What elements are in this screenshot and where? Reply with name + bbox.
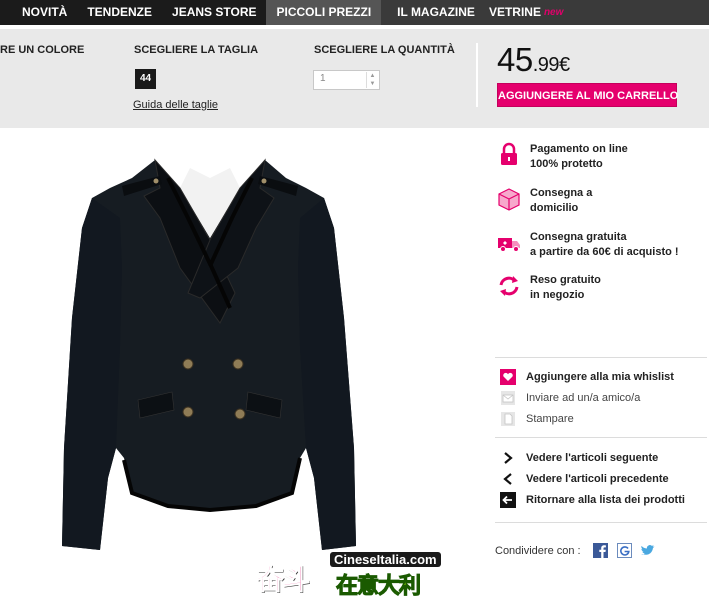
print-link[interactable]: Stampare bbox=[500, 411, 574, 427]
wishlist-label: Aggiungere alla mia whislist bbox=[526, 371, 674, 383]
price-decimal: .99€ bbox=[532, 54, 570, 76]
top-navigation: NOVITÀ TENDENZE JEANS STORE PICCOLI PREZ… bbox=[0, 0, 709, 25]
share-bar: Condividere con : bbox=[495, 543, 665, 558]
feature-home-delivery: Consegna a domicilio bbox=[496, 186, 706, 216]
send-to-friend-label: Inviare ad un/a amico/a bbox=[526, 392, 641, 404]
chevron-left-icon bbox=[503, 473, 512, 485]
nav-item-piccoli-prezzi[interactable]: PICCOLI PREZZI bbox=[266, 0, 382, 25]
nav-item-novita[interactable]: NOVITÀ bbox=[0, 0, 77, 25]
feature-free-return: Reso gratuito in negozio bbox=[496, 273, 706, 303]
nav-item-jeans-store[interactable]: JEANS STORE bbox=[162, 0, 266, 25]
chevron-right-icon bbox=[504, 452, 513, 464]
google-icon[interactable] bbox=[616, 543, 632, 558]
quantity-spin-buttons[interactable]: ▲ ▼ bbox=[366, 72, 378, 88]
nav-spacer bbox=[593, 0, 709, 25]
nav-item-vetrine-label: VETRINE bbox=[488, 5, 541, 19]
watermark: 奋斗 CineseItalia.com 在意大利 bbox=[250, 548, 460, 599]
twitter-icon[interactable] bbox=[640, 543, 656, 558]
facebook-icon[interactable] bbox=[592, 543, 608, 558]
watermark-site: CineseItalia.com bbox=[330, 552, 441, 567]
feature-line2: 100% protetto bbox=[530, 158, 603, 170]
feature-line1: Pagamento on line bbox=[530, 143, 628, 155]
product-price: 45.99€ bbox=[497, 41, 570, 79]
feature-text: Pagamento on line 100% protetto bbox=[530, 142, 628, 172]
print-icon bbox=[501, 412, 515, 426]
add-to-cart-button[interactable]: AGGIUNGERE AL MIO CARRELLO bbox=[497, 83, 678, 107]
color-label: RE UN COLORE bbox=[0, 44, 85, 56]
new-badge: new bbox=[543, 7, 564, 18]
back-arrow-icon bbox=[500, 492, 516, 508]
feature-text: Consegna a domicilio bbox=[530, 186, 592, 216]
send-to-friend-link[interactable]: Inviare ad un/a amico/a bbox=[500, 390, 640, 406]
nav-item-il-magazine[interactable]: IL MAGAZINE bbox=[381, 0, 483, 25]
price-integer: 45 bbox=[497, 41, 533, 78]
back-to-list-label: Ritornare alla lista dei prodotti bbox=[526, 494, 685, 506]
add-to-wishlist-button[interactable]: Aggiungere alla mia whislist bbox=[500, 369, 674, 385]
product-options-bar: RE UN COLORE SCEGLIERE LA TAGLIA 44 Guid… bbox=[0, 29, 709, 128]
feature-text: Consegna gratuita a partire da 60€ di ac… bbox=[530, 230, 679, 260]
heart-icon bbox=[500, 369, 516, 385]
product-jacket-image[interactable] bbox=[60, 148, 360, 558]
divider bbox=[495, 522, 707, 523]
feature-line1: Consegna gratuita bbox=[530, 231, 627, 243]
next-article-link[interactable]: Vedere l'articoli seguente bbox=[500, 450, 658, 466]
size-option-44[interactable]: 44 bbox=[135, 69, 156, 89]
package-icon bbox=[498, 188, 520, 211]
print-label: Stampare bbox=[526, 413, 574, 425]
quantity-label: SCEGLIERE LA QUANTITÀ bbox=[314, 44, 455, 56]
feature-free-delivery: Consegna gratuita a partire da 60€ di ac… bbox=[496, 230, 706, 260]
feature-line2: in negozio bbox=[530, 289, 585, 301]
feature-line1: Consegna a bbox=[530, 187, 593, 199]
size-guide-link[interactable]: Guida delle taglie bbox=[133, 99, 218, 111]
feature-secure-payment: Pagamento on line 100% protetto bbox=[496, 142, 706, 172]
quantity-down-icon[interactable]: ▼ bbox=[367, 80, 378, 88]
feature-line2: domicilio bbox=[530, 202, 579, 214]
quantity-up-icon[interactable]: ▲ bbox=[367, 72, 378, 80]
feature-line1: Reso gratuito bbox=[530, 274, 601, 286]
quantity-stepper[interactable]: 1 ▲ ▼ bbox=[313, 70, 380, 90]
divider bbox=[495, 357, 707, 358]
lock-icon bbox=[501, 142, 517, 165]
delivery-truck-icon bbox=[498, 238, 520, 252]
feature-text: Reso gratuito in negozio bbox=[530, 273, 601, 303]
previous-article-label: Vedere l'articoli precedente bbox=[526, 473, 669, 485]
watermark-chinese-2: 在意大利 bbox=[335, 573, 421, 599]
feature-line2: a partire da 60€ di acquisto ! bbox=[530, 246, 679, 258]
nav-item-tendenze[interactable]: TENDENZE bbox=[77, 0, 162, 25]
watermark-chinese-1: 奋斗 bbox=[255, 564, 310, 596]
back-to-list-link[interactable]: Ritornare alla lista dei prodotti bbox=[500, 492, 685, 508]
return-arrows-icon bbox=[499, 276, 519, 296]
nav-item-vetrine[interactable]: VETRINE new bbox=[482, 0, 594, 25]
options-divider bbox=[476, 43, 478, 107]
previous-article-link[interactable]: Vedere l'articoli precedente bbox=[500, 471, 669, 487]
next-article-label: Vedere l'articoli seguente bbox=[526, 452, 659, 464]
divider bbox=[495, 437, 707, 438]
quantity-value: 1 bbox=[320, 73, 326, 84]
size-label: SCEGLIERE LA TAGLIA bbox=[134, 44, 259, 56]
envelope-icon bbox=[501, 391, 515, 405]
share-label: Condividere con : bbox=[495, 544, 581, 557]
